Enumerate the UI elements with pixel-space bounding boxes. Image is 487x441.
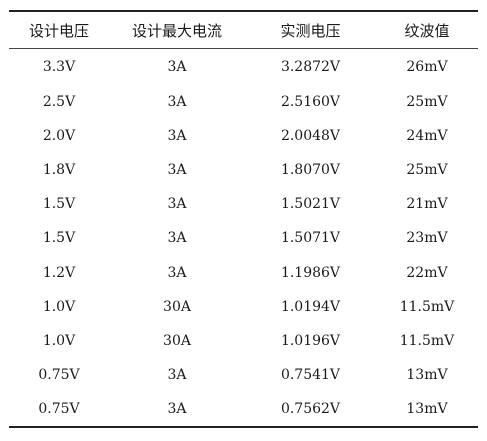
cell-measured-voltage: 1.0196V [280,332,341,349]
data-table: 设计电压 设计最大电流 实测电压 纹波值 [9,12,478,48]
table-row: 1.5V 3A 1.5071V 23mV [9,221,478,255]
table-row: 2.5V 3A 2.5160V 25mV [9,85,478,119]
cell-ripple: 23mV [406,230,448,247]
bottom-rule [9,425,478,428]
header-design-voltage: 设计电压 [28,21,89,40]
cell-design-voltage: 1.8V [42,162,76,179]
cell-design-voltage: 3.3V [42,59,76,75]
cell-measured-voltage: 1.5021V [280,196,341,213]
cell-design-max-current: 3A [167,59,187,75]
table-row: 1.2V 3A 1.1986V 22mV [9,255,478,289]
table-row: 1.5V 3A 1.5021V 21mV [9,187,478,221]
cell-ripple: 25mV [406,162,448,179]
table-row: 3.3V 3A 3.2872V 26mV [9,49,478,85]
cell-ripple: 22mV [406,264,448,281]
cell-design-max-current: 30A [163,332,191,349]
table-row: 1.8V 3A 1.8070V 25mV [9,153,478,187]
cell-design-max-current: 3A [167,400,187,417]
header-measured-voltage: 实测电压 [280,21,341,40]
cell-measured-voltage: 0.7541V [280,366,341,383]
cell-design-max-current: 3A [167,128,187,145]
cell-ripple: 11.5mV [399,332,455,349]
table-row: 1.0V 30A 1.0194V 11.5mV [9,290,478,324]
cell-measured-voltage: 1.5071V [280,230,341,247]
cell-design-max-current: 3A [167,94,187,111]
cell-design-voltage: 2.0V [42,128,76,145]
cell-ripple: 21mV [406,196,448,213]
data-table-body: 3.3V 3A 3.2872V 26mV 2.5V 3A 2.5160V 25m… [9,49,478,426]
cell-design-voltage: 2.5V [42,94,76,111]
cell-measured-voltage: 1.0194V [280,298,341,315]
header-row: 设计电压 设计最大电流 实测电压 纹波值 [9,12,478,48]
cell-ripple: 24mV [406,128,448,145]
cell-design-max-current: 30A [163,298,191,315]
cell-ripple: 25mV [406,94,448,111]
cell-design-voltage: 1.5V [42,230,76,247]
table-row: 1.0V 30A 1.0196V 11.5mV [9,324,478,358]
cell-design-voltage: 0.75V [38,400,80,417]
cell-design-voltage: 1.0V [42,298,76,315]
cell-design-max-current: 3A [167,230,187,247]
cell-measured-voltage: 0.7562V [280,400,341,417]
cell-design-voltage: 1.0V [42,332,76,349]
cell-measured-voltage: 2.0048V [280,128,341,145]
cell-design-max-current: 3A [167,162,187,179]
header-design-max-current: 设计最大电流 [131,21,222,40]
table-row: 0.75V 3A 0.7562V 13mV [9,392,478,426]
cell-ripple: 11.5mV [399,298,455,315]
voltage-table: 设计电压 设计最大电流 实测电压 纹波值 3.3V 3A 3.2872V 26m… [9,10,478,428]
cell-design-voltage: 0.75V [38,366,80,383]
cell-measured-voltage: 1.8070V [280,162,341,179]
cell-design-voltage: 1.5V [42,196,76,213]
cell-measured-voltage: 2.5160V [280,94,341,111]
cell-design-max-current: 3A [167,196,187,213]
cell-ripple: 13mV [406,400,448,417]
cell-ripple: 13mV [406,366,448,383]
table-row: 0.75V 3A 0.7541V 13mV [9,358,478,392]
table-row: 2.0V 3A 2.0048V 24mV [9,119,478,153]
cell-design-max-current: 3A [167,366,187,383]
cell-design-voltage: 1.2V [42,264,76,281]
cell-measured-voltage: 1.1986V [280,264,341,281]
cell-measured-voltage: 3.2872V [280,59,341,75]
cell-design-max-current: 3A [167,264,187,281]
cell-ripple: 26mV [406,59,448,75]
header-ripple: 纹波值 [404,21,450,40]
